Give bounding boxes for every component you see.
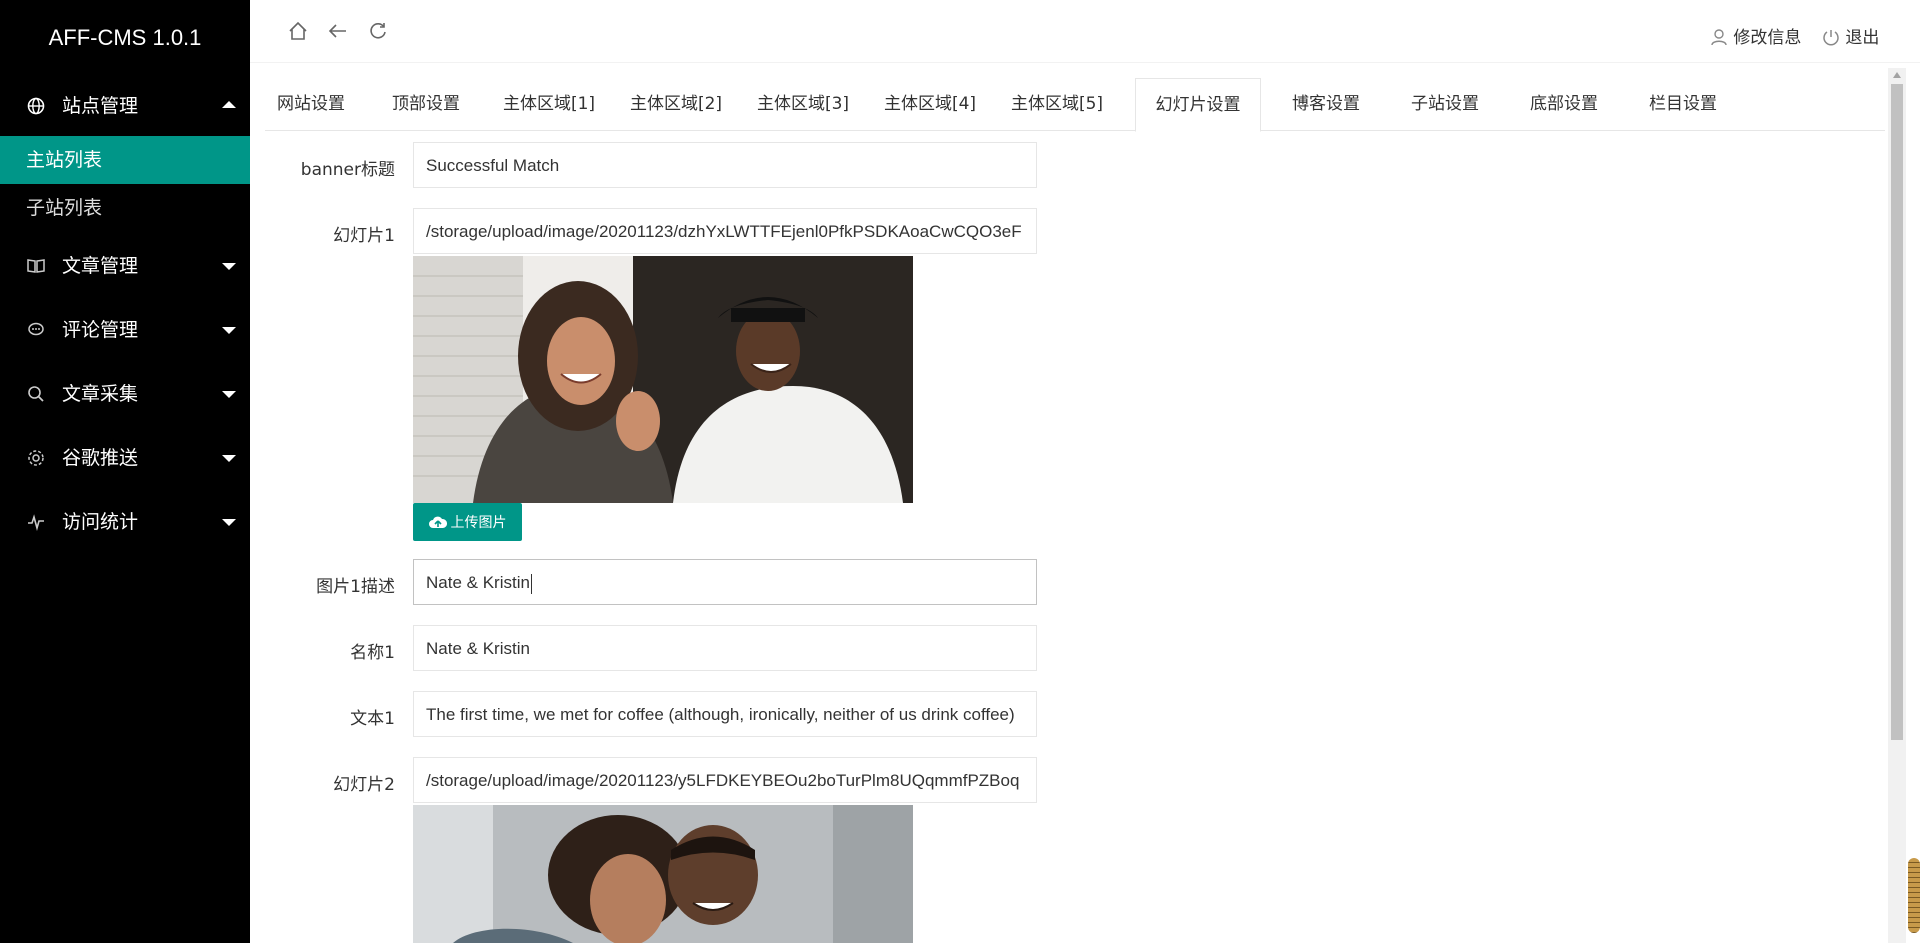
search-icon [26, 364, 46, 424]
tab-slideshow-settings[interactable]: 幻灯片设置 [1135, 78, 1261, 132]
sidebar-group-label: 访问统计 [62, 511, 139, 533]
name1-input[interactable]: Nate & Kristin [413, 625, 1037, 671]
sidebar-item-main-site-list[interactable]: 主站列表 [0, 136, 250, 184]
settings-tab-bar: 网站设置 顶部设置 主体区域[1] 主体区域[2] 主体区域[3] 主体区域[4… [265, 78, 1885, 132]
banner-title-label: banner标题 [300, 160, 395, 180]
tab-subsite-settings[interactable]: 子站设置 [1392, 78, 1498, 129]
slide2-label: 幻灯片2 [333, 775, 395, 795]
sidebar-group-google-push[interactable]: 谷歌推送 [0, 428, 250, 488]
cog-icon [26, 428, 46, 488]
power-icon [1823, 30, 1839, 46]
tab-main-area-1[interactable]: 主体区域[1] [493, 78, 605, 129]
tab-site-settings[interactable]: 网站设置 [265, 78, 357, 129]
caret-up-icon [222, 101, 236, 108]
pulse-icon [26, 492, 46, 552]
scrollbar-thumb[interactable] [1891, 84, 1903, 740]
cloud-upload-icon [428, 503, 447, 541]
edge-scroll-handle[interactable] [1908, 858, 1920, 933]
text-cursor [530, 573, 532, 594]
sidebar-group-site-management[interactable]: 站点管理 [0, 76, 250, 136]
tab-footer-settings[interactable]: 底部设置 [1511, 78, 1617, 129]
user-icon [1711, 29, 1727, 46]
globe-icon [26, 76, 46, 136]
refresh-icon[interactable] [366, 20, 390, 47]
caret-down-icon [222, 519, 236, 526]
sidebar-group-comments[interactable]: 评论管理 [0, 300, 250, 360]
edit-profile-link[interactable]: 修改信息 [1710, 0, 1801, 76]
image1-desc-value: Nate & Kristin [426, 573, 530, 592]
slide1-label: 幻灯片1 [333, 226, 395, 246]
tab-main-area-4[interactable]: 主体区域[4] [874, 78, 986, 129]
image1-desc-label: 图片1描述 [316, 577, 395, 597]
sidebar-group-label: 评论管理 [62, 319, 139, 341]
logout-label: 退出 [1845, 28, 1880, 48]
sidebar: AFF-CMS 1.0.1 站点管理 主站列表 子站列表 文章管理 评论管理 文… [0, 0, 250, 943]
sidebar-group-label: 谷歌推送 [62, 447, 139, 469]
top-bar: 修改信息 退出 [250, 0, 1920, 63]
tab-column-settings[interactable]: 栏目设置 [1630, 78, 1736, 129]
tab-header-settings[interactable]: 顶部设置 [380, 78, 472, 129]
sidebar-group-label: 文章采集 [62, 383, 139, 405]
page-scrollbar[interactable] [1888, 68, 1906, 943]
text1-input[interactable]: The first time, we met for coffee (altho… [413, 691, 1037, 737]
image1-desc-input[interactable]: Nate & Kristin [413, 559, 1037, 605]
slide1-preview-image [413, 256, 913, 503]
tab-main-area-3[interactable]: 主体区域[3] [747, 78, 859, 129]
caret-down-icon [222, 455, 236, 462]
caret-down-icon [222, 263, 236, 270]
name1-label: 名称1 [350, 643, 395, 663]
caret-down-icon [222, 327, 236, 334]
tab-blog-settings[interactable]: 博客设置 [1273, 78, 1379, 129]
upload-image-label: 上传图片 [450, 515, 507, 531]
comment-icon [26, 300, 46, 360]
sidebar-item-sub-site-list[interactable]: 子站列表 [0, 184, 250, 232]
sidebar-group-label: 站点管理 [62, 95, 139, 117]
scroll-up-arrow-icon[interactable] [1893, 72, 1901, 78]
book-icon [26, 236, 46, 296]
logout-link[interactable]: 退出 [1822, 0, 1879, 76]
sidebar-group-collect[interactable]: 文章采集 [0, 364, 250, 424]
slide1-path-input[interactable]: /storage/upload/image/20201123/dzhYxLWTT… [413, 208, 1037, 254]
app-title: AFF-CMS 1.0.1 [48, 25, 202, 50]
sidebar-group-articles[interactable]: 文章管理 [0, 236, 250, 296]
text1-label: 文本1 [350, 709, 395, 729]
edit-profile-label: 修改信息 [1733, 28, 1802, 48]
sidebar-group-label: 文章管理 [62, 255, 139, 277]
home-icon[interactable] [286, 20, 310, 47]
caret-down-icon [222, 391, 236, 398]
upload-image-button[interactable]: 上传图片 [413, 503, 522, 541]
back-arrow-icon[interactable] [326, 20, 350, 47]
slide2-preview-image [413, 805, 913, 943]
tab-main-area-5[interactable]: 主体区域[5] [1001, 78, 1113, 129]
sidebar-group-stats[interactable]: 访问统计 [0, 492, 250, 552]
banner-title-input[interactable]: Successful Match [413, 142, 1037, 188]
slide2-path-input[interactable]: /storage/upload/image/20201123/y5LFDKEYB… [413, 757, 1037, 803]
tab-main-area-2[interactable]: 主体区域[2] [620, 78, 732, 129]
